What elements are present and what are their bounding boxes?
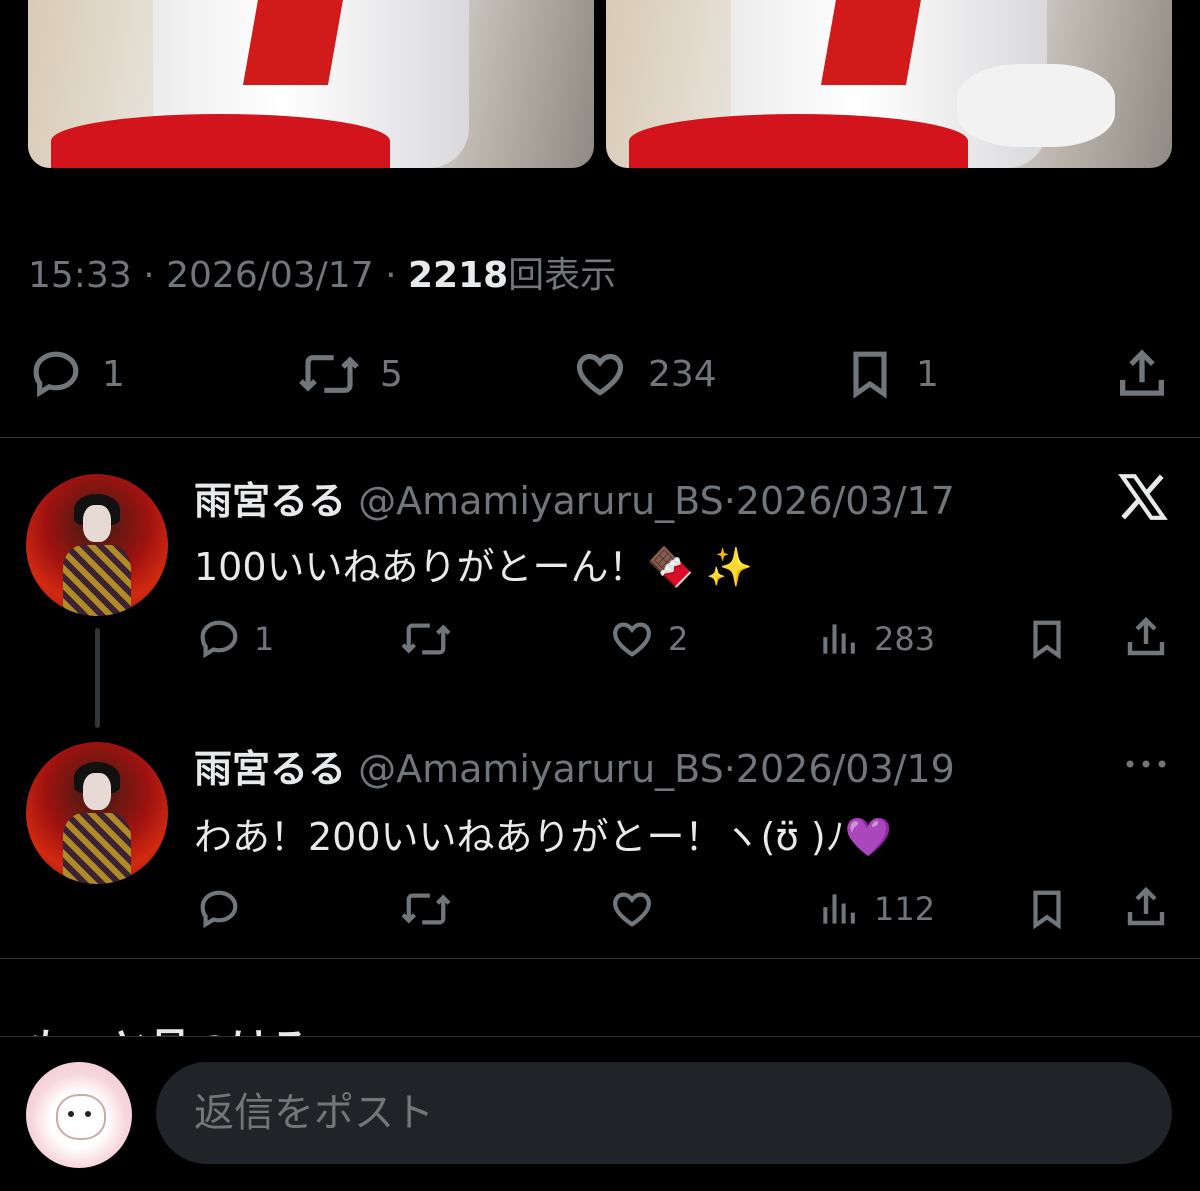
more-icon[interactable]	[1124, 754, 1168, 778]
share-button[interactable]	[1112, 346, 1172, 404]
section-heading: もっと見つける	[30, 1016, 310, 1036]
analytics-icon	[823, 624, 855, 654]
reply-text: 100いいねありがとーん！🍫 ✨	[194, 545, 754, 589]
display-name[interactable]: 雨宮るる	[194, 479, 346, 523]
like-button[interactable]	[608, 886, 668, 932]
divider	[0, 958, 1200, 959]
reply-button[interactable]	[196, 886, 254, 932]
views-button[interactable]: 283	[818, 616, 935, 662]
share-button[interactable]	[1122, 614, 1170, 662]
media-image-2[interactable]	[606, 0, 1172, 168]
like-count: 234	[648, 353, 717, 395]
divider	[0, 437, 1200, 438]
x-logo-icon[interactable]	[1118, 474, 1168, 524]
views-button[interactable]: 112	[818, 886, 935, 932]
display-name[interactable]: 雨宮るる	[194, 747, 346, 791]
reply-count: 1	[102, 353, 125, 395]
bookmark-icon	[1033, 890, 1061, 930]
share-icon	[1120, 349, 1164, 396]
repost-button[interactable]	[398, 886, 466, 932]
like-count: 2	[668, 620, 689, 658]
repost-icon	[401, 893, 451, 925]
views-count: 283	[874, 620, 936, 658]
reply-header: 雨宮るる @Amamiyaruru_BS·2026/03/17	[194, 479, 955, 523]
media-image-1[interactable]	[28, 0, 594, 168]
post-date: 2026/03/17	[166, 255, 374, 296]
views-count: 2218	[407, 255, 509, 296]
share-icon	[1127, 616, 1165, 656]
reply-icon	[33, 351, 79, 398]
repost-icon	[299, 355, 359, 393]
reply-date: 2026/03/17	[735, 479, 955, 523]
like-button[interactable]: 2	[608, 616, 688, 662]
heart-icon	[576, 353, 624, 396]
avatar[interactable]	[26, 742, 168, 884]
current-user-avatar[interactable]	[26, 1062, 132, 1168]
post-time: 15:33	[28, 255, 132, 296]
bookmark-icon	[1033, 620, 1061, 660]
bookmark-icon	[853, 351, 887, 399]
reply-header: 雨宮るる @Amamiyaruru_BS·2026/03/19	[194, 747, 955, 791]
reply-icon	[200, 620, 238, 659]
bookmark-count: 1	[916, 353, 939, 395]
heart-icon	[613, 892, 651, 927]
heart-icon	[613, 622, 651, 657]
reply-input[interactable]	[156, 1062, 1172, 1164]
views-label: 回表示	[508, 255, 617, 296]
reply-button[interactable]: 1	[28, 346, 125, 402]
reply-icon	[200, 890, 238, 929]
share-icon	[1127, 886, 1165, 926]
analytics-icon	[823, 894, 855, 924]
reply-button[interactable]: 1	[196, 616, 274, 662]
repost-count: 5	[380, 353, 403, 395]
repost-icon	[401, 623, 451, 655]
share-button[interactable]	[1122, 884, 1170, 932]
post-meta: 15:33 · 2026/03/17 · 2218回表示	[28, 255, 617, 296]
reply-date: 2026/03/19	[735, 747, 955, 791]
repost-button[interactable]: 5	[296, 346, 403, 402]
thread-connector	[95, 628, 100, 728]
reply-count: 1	[254, 620, 275, 658]
bookmark-button[interactable]	[1024, 886, 1070, 932]
avatar[interactable]	[26, 474, 168, 616]
bookmark-button[interactable]	[1024, 616, 1070, 662]
views-count: 112	[874, 890, 936, 928]
repost-button[interactable]	[398, 616, 466, 662]
like-button[interactable]: 234	[570, 346, 717, 402]
user-handle[interactable]: @Amamiyaruru_BS	[358, 747, 724, 791]
reply-text: わあ！200いいねありがとー！ヽ(ʊ̈ )ﾉ💜	[194, 815, 893, 859]
bookmark-button[interactable]: 1	[842, 346, 939, 402]
user-handle[interactable]: @Amamiyaruru_BS	[358, 479, 724, 523]
